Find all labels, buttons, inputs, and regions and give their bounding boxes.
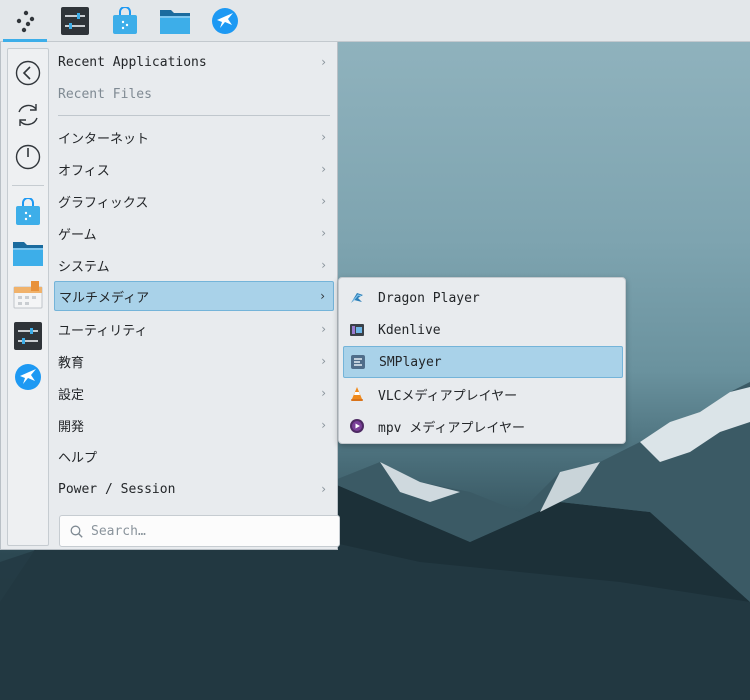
chevron-right-icon: ›	[321, 226, 326, 240]
falkon-icon	[212, 7, 238, 34]
menu-item-label: ユーティリティ	[58, 323, 148, 339]
power-icon	[15, 144, 41, 170]
top-panel	[0, 0, 750, 42]
discover-launcher[interactable]	[100, 0, 150, 42]
back-button[interactable]	[11, 56, 45, 90]
menu-item-power-session[interactable]: Power / Session ›	[54, 474, 334, 504]
menu-item-label: グラフィックス	[58, 195, 149, 211]
application-menu: Recent Applications › Recent Files インターネ…	[0, 42, 340, 550]
settings-sliders-icon	[61, 6, 89, 35]
menu-item-label: Recent Applications	[58, 54, 207, 70]
menu-item-graphics[interactable]: グラフィックス ›	[54, 186, 334, 216]
shopping-bag-icon	[113, 6, 137, 34]
app-launcher-button[interactable]	[0, 0, 50, 42]
menu-item-label: 開発	[58, 419, 85, 435]
menu-item-recent-files[interactable]: Recent Files	[54, 79, 334, 109]
chevron-right-icon: ›	[321, 258, 326, 272]
menu-item-multimedia[interactable]: マルチメディア ›	[54, 281, 334, 311]
menu-item-system[interactable]: システム ›	[54, 250, 334, 280]
submenu-item-vlc[interactable]: VLCメディアプレイヤー	[343, 378, 623, 410]
chevron-right-icon: ›	[321, 354, 326, 368]
favorite-calendar[interactable]	[11, 278, 45, 312]
search-placeholder: Search…	[91, 523, 146, 539]
menu-item-help[interactable]: ヘルプ	[54, 441, 334, 471]
submenu-item-label: VLCメディアプレイヤー	[378, 388, 518, 404]
favorite-browser[interactable]	[11, 360, 45, 394]
menu-item-label: マルチメディア	[59, 290, 150, 306]
launcher-dots-icon	[16, 10, 35, 32]
menu-item-games[interactable]: ゲーム ›	[54, 218, 334, 248]
search-icon	[70, 525, 83, 538]
submenu-item-label: mpv メディアプレイヤー	[378, 420, 526, 436]
menu-item-label: ヘルプ	[58, 450, 98, 466]
folder-icon	[160, 9, 190, 34]
mpv-icon	[350, 419, 364, 433]
chevron-right-icon: ›	[321, 162, 326, 176]
power-button[interactable]	[11, 140, 45, 174]
back-arrow-icon	[15, 60, 41, 86]
sidebar-separator	[12, 185, 44, 186]
menu-item-label: Recent Files	[58, 86, 152, 102]
submenu-item-label: Kdenlive	[378, 322, 441, 338]
menu-item-recent-applications[interactable]: Recent Applications ›	[54, 47, 334, 77]
submenu-item-dragon-player[interactable]: Dragon Player	[343, 282, 623, 314]
submenu-item-kdenlive[interactable]: Kdenlive	[343, 314, 623, 346]
menu-separator	[58, 115, 330, 116]
calendar-icon	[13, 281, 43, 309]
favorite-settings[interactable]	[11, 319, 45, 353]
menu-sidebar	[7, 48, 49, 546]
dolphin-launcher[interactable]	[150, 0, 200, 42]
chevron-right-icon: ›	[321, 55, 326, 69]
menu-item-label: Power / Session	[58, 481, 176, 497]
menu-item-internet[interactable]: インターネット ›	[54, 122, 334, 152]
browser-launcher[interactable]	[200, 0, 250, 42]
folder-icon	[13, 242, 43, 266]
favorite-dolphin[interactable]	[11, 236, 45, 270]
smplayer-icon	[351, 355, 365, 369]
chevron-right-icon: ›	[320, 289, 325, 303]
submenu-item-smplayer[interactable]: SMPlayer	[343, 346, 623, 378]
menu-item-education[interactable]: 教育 ›	[54, 346, 334, 376]
chevron-right-icon: ›	[321, 322, 326, 336]
refresh-icon	[18, 104, 38, 126]
menu-item-settings[interactable]: 設定 ›	[54, 378, 334, 408]
submenu-item-label: Dragon Player	[378, 290, 480, 306]
chevron-right-icon: ›	[321, 194, 326, 208]
chevron-right-icon: ›	[321, 386, 326, 400]
dragon-player-icon	[351, 293, 363, 303]
multimedia-submenu: Dragon Player Kdenlive SMPlayer VLCメディアプ…	[338, 277, 626, 444]
system-settings-launcher[interactable]	[50, 0, 100, 42]
menu-item-label: ゲーム	[58, 227, 97, 243]
search-field[interactable]: Search…	[59, 515, 340, 547]
refresh-button[interactable]	[11, 98, 45, 132]
menu-item-development[interactable]: 開発 ›	[54, 410, 334, 440]
menu-item-label: オフィス	[58, 163, 110, 179]
kdenlive-icon	[350, 324, 364, 336]
submenu-item-label: SMPlayer	[379, 354, 442, 370]
submenu-item-mpv[interactable]: mpv メディアプレイヤー	[343, 410, 623, 442]
menu-item-utilities[interactable]: ユーティリティ ›	[54, 314, 334, 344]
menu-item-label: システム	[58, 259, 110, 275]
vlc-cone-icon	[351, 387, 363, 401]
falkon-icon	[15, 364, 41, 390]
chevron-right-icon: ›	[321, 482, 326, 496]
menu-item-office[interactable]: オフィス ›	[54, 154, 334, 184]
favorite-discover[interactable]	[11, 195, 45, 229]
chevron-right-icon: ›	[321, 130, 326, 144]
shopping-bag-icon	[16, 198, 40, 225]
menu-item-label: インターネット	[58, 131, 150, 147]
menu-item-label: 設定	[58, 387, 85, 403]
chevron-right-icon: ›	[321, 418, 326, 432]
settings-sliders-icon	[14, 322, 42, 350]
menu-item-label: 教育	[58, 355, 85, 371]
